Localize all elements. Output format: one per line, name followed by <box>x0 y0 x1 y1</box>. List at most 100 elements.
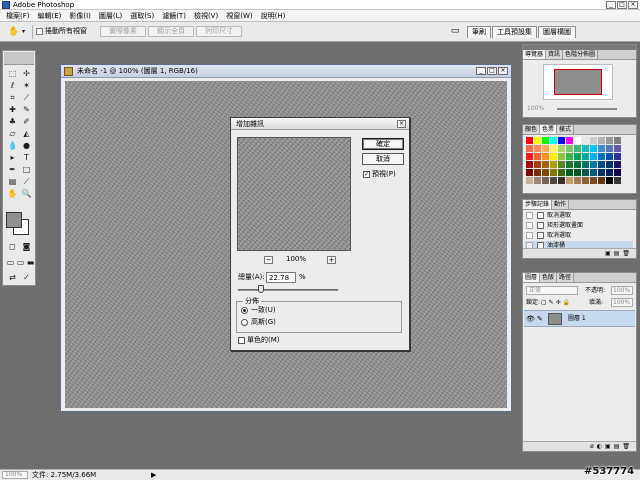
color-swatch[interactable] <box>550 161 557 168</box>
color-swatch[interactable] <box>526 145 533 152</box>
crop-tool-icon[interactable]: ⌗ <box>6 92 19 103</box>
color-swatch[interactable] <box>534 161 541 168</box>
menu-window[interactable]: 視窗(W) <box>222 10 256 22</box>
history-item[interactable]: 取消選取 <box>525 231 633 240</box>
preview-zoom-in-button[interactable]: + <box>327 256 336 264</box>
navigator-zoom[interactable]: 100% <box>527 105 544 112</box>
notes-tool-icon[interactable]: ▤ <box>6 176 19 187</box>
type-tool-icon[interactable]: T <box>20 152 33 163</box>
history-snapshot-box[interactable] <box>526 212 533 219</box>
ok-button[interactable]: 確定 <box>362 138 404 150</box>
color-swatch[interactable] <box>558 169 565 176</box>
history-snapshot-box[interactable] <box>526 222 533 229</box>
color-swatch[interactable] <box>534 145 541 152</box>
gaussian-radio[interactable] <box>241 319 248 326</box>
color-swatch[interactable] <box>534 169 541 176</box>
color-swatch[interactable] <box>582 177 589 184</box>
color-swatch[interactable] <box>590 177 597 184</box>
color-swatch[interactable] <box>566 177 573 184</box>
color-swatch[interactable] <box>526 161 533 168</box>
blur-tool-icon[interactable]: 💧 <box>6 140 19 151</box>
minimize-button[interactable]: _ <box>606 1 616 9</box>
color-swatch[interactable] <box>550 177 557 184</box>
color-swatch[interactable] <box>526 137 533 144</box>
tab-paths[interactable]: 路徑 <box>557 273 575 282</box>
color-swatch[interactable] <box>598 145 605 152</box>
menu-view[interactable]: 檢視(V) <box>190 10 222 22</box>
color-swatch[interactable] <box>606 137 613 144</box>
history-item[interactable]: 取消選取 <box>525 211 633 220</box>
color-swatch[interactable] <box>542 177 549 184</box>
dodge-tool-icon[interactable]: ● <box>20 140 33 151</box>
edit-in-imageready-icon[interactable]: ✓ <box>20 272 33 283</box>
color-swatch[interactable] <box>574 177 581 184</box>
jump-to-imageready-icon[interactable]: ⇄ <box>6 272 19 283</box>
color-swatch[interactable] <box>550 145 557 152</box>
color-swatch[interactable] <box>542 153 549 160</box>
color-swatch[interactable] <box>582 137 589 144</box>
color-swatch[interactable] <box>614 177 621 184</box>
color-swatch[interactable] <box>614 169 621 176</box>
color-swatch[interactable] <box>566 137 573 144</box>
color-swatch[interactable] <box>606 145 613 152</box>
color-swatch[interactable] <box>550 153 557 160</box>
color-swatch[interactable] <box>590 161 597 168</box>
magic-wand-tool-icon[interactable]: ✶ <box>20 80 33 91</box>
menu-layer[interactable]: 圖層(L) <box>95 10 126 22</box>
tab-histogram[interactable]: 色階分佈圖 <box>563 50 599 59</box>
lasso-tool-icon[interactable]: ℓ <box>6 80 19 91</box>
color-swatch[interactable] <box>526 177 533 184</box>
color-swatch[interactable] <box>582 153 589 160</box>
color-swatch[interactable] <box>574 145 581 152</box>
color-swatch[interactable] <box>582 169 589 176</box>
status-zoom-field[interactable]: 100% <box>2 471 28 479</box>
color-swatch[interactable] <box>558 137 565 144</box>
color-swatch[interactable] <box>598 177 605 184</box>
fill-input[interactable]: 100% <box>611 298 633 307</box>
color-swatch[interactable] <box>598 137 605 144</box>
color-swatch[interactable] <box>566 145 573 152</box>
well-tab-tool-presets[interactable]: 工具預設集 <box>492 26 537 38</box>
paint-bucket-tool-icon[interactable]: ◭ <box>20 128 33 139</box>
tab-color[interactable]: 顏色 <box>523 125 541 134</box>
uniform-radio[interactable] <box>241 307 248 314</box>
clone-stamp-tool-icon[interactable]: ♣ <box>6 116 19 127</box>
navigator-zoom-slider[interactable] <box>557 108 617 110</box>
eraser-tool-icon[interactable]: ▱ <box>6 128 19 139</box>
zoom-tool-icon[interactable]: 🔍 <box>20 188 33 199</box>
color-swatch[interactable] <box>590 153 597 160</box>
document-title-bar[interactable]: 未命名 -1 @ 100% (圖層 1, RGB/16) _ □ × <box>61 65 511 78</box>
palette-well-icon[interactable]: ▭ <box>447 24 463 39</box>
full-screen-mode-icon[interactable]: ▬ <box>24 257 37 268</box>
layer-name[interactable]: 圖層 1 <box>568 314 586 324</box>
tab-channels[interactable]: 色版 <box>540 273 558 282</box>
color-swatch[interactable] <box>582 145 589 152</box>
healing-brush-tool-icon[interactable]: ✚ <box>6 104 19 115</box>
navigator-preview[interactable] <box>543 64 613 100</box>
shape-tool-icon[interactable]: □ <box>20 164 33 175</box>
color-swatch[interactable] <box>542 137 549 144</box>
color-swatch[interactable] <box>590 169 597 176</box>
history-brush-tool-icon[interactable]: ✐ <box>20 116 33 127</box>
color-swatch[interactable] <box>566 153 573 160</box>
color-swatch[interactable] <box>542 169 549 176</box>
eyedropper-tool-icon[interactable]: ⟋ <box>20 176 33 187</box>
color-swatch[interactable] <box>590 145 597 152</box>
layers-footer-icons[interactable]: ø◐▣▤🗑 <box>523 441 636 451</box>
doc-close-button[interactable]: × <box>498 67 508 75</box>
opacity-input[interactable]: 100% <box>611 286 633 295</box>
color-swatch[interactable] <box>542 161 549 168</box>
preview-checkbox[interactable]: ✓ <box>363 171 370 178</box>
filter-preview[interactable] <box>237 137 351 251</box>
color-swatch[interactable] <box>534 137 541 144</box>
amount-slider-track[interactable] <box>238 289 338 291</box>
layer-visibility-eye-icon[interactable]: 👁 <box>526 315 535 323</box>
status-menu-arrow-icon[interactable]: ▶ <box>151 470 156 480</box>
actual-pixels-button[interactable]: 實際像素 <box>100 26 146 37</box>
maximize-button[interactable]: □ <box>617 1 627 9</box>
color-swatch[interactable] <box>534 153 541 160</box>
move-tool-icon[interactable]: ✢ <box>20 68 33 79</box>
amount-slider-thumb[interactable] <box>257 285 264 293</box>
color-swatch[interactable] <box>558 145 565 152</box>
amount-input[interactable] <box>266 272 296 283</box>
